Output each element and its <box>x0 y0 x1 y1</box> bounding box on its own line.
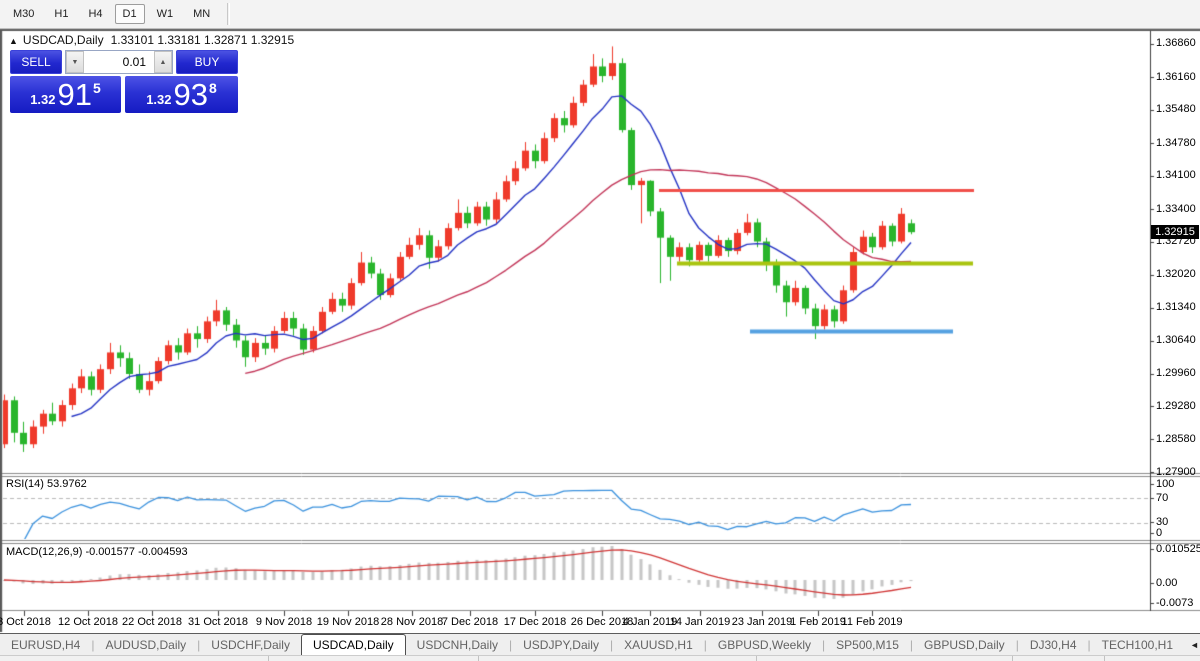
status-divider <box>756 656 757 661</box>
date-axis-label: 3 Oct 2018 <box>0 616 51 628</box>
tab-dj30-h4[interactable]: DJ30,H4 <box>1019 634 1088 655</box>
status-divider <box>268 656 269 661</box>
lot-size-stepper: ▼ 0.01 ▲ <box>65 50 173 74</box>
date-axis-label: 11 Feb 2019 <box>841 616 903 628</box>
date-axis-label: 23 Jan 2019 <box>731 616 793 628</box>
macd-axis-label: 0.010525 <box>1156 542 1200 555</box>
status-divider <box>1012 656 1013 661</box>
macd-axis-label: -0.0073 <box>1156 596 1194 609</box>
price-axis-label: 1.36860 <box>1156 37 1196 50</box>
price-axis-label: 1.30640 <box>1156 334 1196 347</box>
price-axis-label: 1.31340 <box>1156 301 1196 313</box>
chart-title: ▲ USDCAD,Daily 1.33101 1.33181 1.32871 1.3… <box>9 33 294 47</box>
price-axis-label: 1.28580 <box>1156 432 1196 445</box>
bid-prefix: 1.32 <box>30 92 56 107</box>
tab-gbpusd-weekly[interactable]: GBPUSD,Weekly <box>707 634 822 655</box>
timeframe-button-m30[interactable]: M30 <box>5 4 42 24</box>
date-axis-label: 31 Oct 2018 <box>188 616 248 628</box>
ask-big-digits: 93 <box>173 76 208 112</box>
date-axis-label: 17 Dec 2018 <box>503 616 567 628</box>
rsi-axis-label: 0 <box>1156 526 1163 539</box>
date-axis-label: 14 Jan 2019 <box>669 616 731 628</box>
tab-eurusd-h4[interactable]: EURUSD,H4 <box>0 634 91 655</box>
rsi-axis-label: 70 <box>1156 491 1169 504</box>
tab-xauusd-h1[interactable]: XAUUSD,H1 <box>613 634 704 655</box>
bid-price-button[interactable]: 1.32 91 5 <box>10 76 121 113</box>
price-axis-label: 1.34100 <box>1156 169 1196 182</box>
tab-usdjpy-daily[interactable]: USDJPY,Daily <box>512 634 610 655</box>
status-divider <box>478 656 479 661</box>
date-axis-label: 9 Nov 2018 <box>255 616 313 628</box>
tab-sp500-m15[interactable]: SP500,M15 <box>825 634 910 655</box>
mt4-window: M30 H1 H4 D1 W1 MN ▲ USDCAD,Daily 1.33101 1.331… <box>0 0 1200 661</box>
status-divider <box>1104 656 1105 661</box>
tab-tech100-h1[interactable]: TECH100,H1 <box>1091 634 1184 655</box>
price-axis-label: 1.33400 <box>1156 202 1196 215</box>
lot-increase-icon[interactable]: ▲ <box>154 51 172 73</box>
buy-button[interactable]: BUY <box>176 50 238 74</box>
rsi-pane-title: RSI(14) 53.9762 <box>6 478 87 490</box>
date-axis-label: 7 Dec 2018 <box>441 616 499 628</box>
tab-gbpusd-daily[interactable]: GBPUSD,Daily <box>913 634 1016 655</box>
sell-button[interactable]: SELL <box>10 50 62 74</box>
price-axis-label: 1.36160 <box>1156 70 1196 83</box>
tab-usdcad-daily[interactable]: USDCAD,Daily <box>300 634 406 655</box>
lot-decrease-icon[interactable]: ▼ <box>66 51 84 73</box>
price-axis-label: 1.34780 <box>1156 136 1196 149</box>
date-axis-label: 28 Nov 2018 <box>380 616 444 628</box>
chart-tab-bar: EURUSD,H4 | AUDUSD,Daily | USDCHF,Daily USDCA… <box>0 633 1200 655</box>
date-axis-label: 22 Oct 2018 <box>122 616 182 628</box>
timeframe-button-w1[interactable]: W1 <box>149 4 182 24</box>
bid-big-digits: 91 <box>57 76 92 112</box>
date-axis-label: 12 Oct 2018 <box>58 616 118 628</box>
lot-size-field[interactable]: 0.01 <box>84 51 154 73</box>
timeframe-toolbar: M30 H1 H4 D1 W1 MN <box>0 0 1200 29</box>
ask-pip-digit: 8 <box>209 79 217 96</box>
ohlc-values: 1.33101 1.33181 1.32871 1.32915 <box>110 33 295 47</box>
price-axis-label: 1.29280 <box>1156 399 1196 412</box>
date-axis-label: 1 Feb 2019 <box>790 616 846 628</box>
macd-axis-label: 0.00 <box>1156 576 1178 589</box>
price-axis-label: 1.29960 <box>1156 367 1196 379</box>
bid-pip-digit: 5 <box>93 79 101 96</box>
collapse-arrow-icon[interactable]: ▲ <box>9 36 18 46</box>
timeframe-button-mn[interactable]: MN <box>185 4 218 24</box>
tab-usdchf-daily[interactable]: USDCHF,Daily <box>200 634 301 655</box>
one-click-trading-widget: SELL ▼ 0.01 ▲ BUY 1.32 91 5 1.32 93 8 <box>10 50 238 113</box>
price-axis-label: 1.32020 <box>1156 268 1196 281</box>
current-price-badge: 1.32915 <box>1151 225 1199 240</box>
ask-prefix: 1.32 <box>146 92 172 107</box>
toolbar-separator <box>227 3 231 25</box>
date-axis-label: 19 Nov 2018 <box>316 616 380 628</box>
status-strip <box>0 655 1200 661</box>
scroll-left-icon[interactable]: ◄ <box>1184 638 1200 652</box>
tab-usdcnh-daily[interactable]: USDCNH,Daily <box>406 634 509 655</box>
timeframe-button-h1[interactable]: H1 <box>46 4 76 24</box>
timeframe-button-h4[interactable]: H4 <box>80 4 110 24</box>
symbol-label: USDCAD,Daily <box>22 33 104 47</box>
tab-audusd-daily[interactable]: AUDUSD,Daily <box>94 634 197 655</box>
rsi-axis-label: 100 <box>1156 477 1175 490</box>
ask-price-button[interactable]: 1.32 93 8 <box>125 76 238 113</box>
macd-pane-title: MACD(12,26,9) -0.001577 -0.004593 <box>6 546 188 558</box>
timeframe-button-d1[interactable]: D1 <box>114 4 145 24</box>
price-axis-label: 1.35480 <box>1156 103 1196 116</box>
price-axis-label: 1.27900 <box>1156 465 1196 478</box>
